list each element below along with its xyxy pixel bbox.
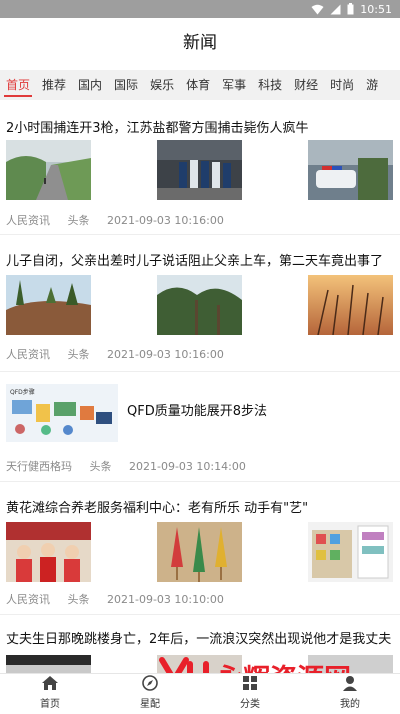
battery-icon	[347, 3, 354, 15]
news-source: 人民资讯	[6, 214, 50, 227]
news-source: 人民资讯	[6, 348, 50, 361]
news-thumbnail	[6, 140, 91, 200]
news-source: 人民资讯	[6, 593, 50, 606]
signal-icon	[330, 4, 341, 15]
news-meta: 人民资讯 头条 2021-09-03 10:10:00	[6, 591, 238, 607]
category-icon	[242, 675, 258, 695]
news-headline: 儿子自闭，父亲出差时儿子说话阻止父亲上车，第二天车竟出事了	[6, 254, 384, 269]
nav-label: 首页	[40, 699, 60, 710]
app-bar: 新闻	[0, 18, 400, 62]
home-icon	[41, 675, 59, 695]
wifi-icon	[311, 4, 324, 15]
user-icon	[342, 675, 358, 695]
tab-sports[interactable]: 体育	[180, 70, 216, 100]
news-thumbnail	[308, 140, 393, 200]
nav-home[interactable]: 首页	[0, 674, 100, 711]
category-tabs: 首页 推荐 国内 国际 娱乐 体育 军事 科技 财经 时尚 游	[0, 70, 400, 100]
nav-label: 星配	[140, 699, 160, 710]
news-thumbnail	[157, 522, 242, 582]
nav-label: 我的	[340, 699, 360, 710]
tab-finance[interactable]: 财经	[288, 70, 324, 100]
tab-home[interactable]: 首页	[0, 70, 36, 100]
status-time: 10:51	[360, 2, 392, 16]
news-source: 天行健西格玛	[6, 460, 72, 473]
thumb-caption: QFD步骤	[10, 388, 35, 396]
tab-games[interactable]: 游	[360, 70, 384, 100]
news-thumbnail	[308, 522, 393, 582]
tab-entertainment[interactable]: 娱乐	[144, 70, 180, 100]
tab-recommend[interactable]: 推荐	[36, 70, 72, 100]
news-tag: 头条	[67, 593, 90, 606]
tab-military[interactable]: 军事	[216, 70, 252, 100]
news-time: 2021-09-03 10:16:00	[107, 348, 224, 361]
tab-fashion[interactable]: 时尚	[324, 70, 360, 100]
news-time: 2021-09-03 10:14:00	[129, 460, 246, 473]
tab-technology[interactable]: 科技	[252, 70, 288, 100]
page-title: 新闻	[183, 32, 217, 53]
news-meta: 人民资讯 头条 2021-09-03 10:16:00	[6, 212, 238, 228]
news-tag: 头条	[67, 214, 90, 227]
news-thumbnail	[157, 655, 242, 674]
nav-category[interactable]: 分类	[200, 674, 300, 711]
news-thumbnail: QFD步骤	[6, 384, 118, 442]
news-headline: 黄花滩综合养老服务福利中心：老有所乐 动手有"艺"	[6, 501, 309, 516]
bottom-nav: 首页 星配 分类 我的	[0, 673, 400, 711]
status-bar: 10:51	[0, 0, 400, 18]
news-thumbnail	[157, 275, 242, 335]
news-tag: 头条	[67, 348, 90, 361]
news-headline: QFD质量功能展开8步法	[127, 404, 267, 419]
news-meta: 天行健西格玛 头条 2021-09-03 10:14:00	[6, 458, 260, 474]
news-thumbnail	[308, 655, 393, 674]
nav-discover[interactable]: 星配	[100, 674, 200, 711]
news-headline: 2小时围捕连开3枪，江苏盐都警方围捕击毙伤人疯牛	[6, 121, 309, 136]
compass-icon	[142, 675, 158, 695]
nav-profile[interactable]: 我的	[300, 674, 400, 711]
news-feed: 2小时围捕连开3枪，江苏盐都警方围捕击毙伤人疯牛 人民资讯 头条 2021-09…	[0, 108, 400, 674]
news-tag: 头条	[89, 460, 112, 473]
news-time: 2021-09-03 10:16:00	[107, 214, 224, 227]
news-thumbnail	[6, 275, 91, 335]
news-item[interactable]: 儿子自闭，父亲出差时儿子说话阻止父亲上车，第二天车竟出事了 人民资讯 头条 20…	[0, 235, 400, 372]
news-thumbnail	[308, 275, 393, 335]
news-item[interactable]: 丈夫生日那晚跳楼身亡，2年后，一流浪汉突然出现说他才是我丈夫	[0, 615, 400, 674]
news-item[interactable]: 黄花滩综合养老服务福利中心：老有所乐 动手有"艺" 人民资讯 头条 2021-0…	[0, 482, 400, 615]
news-item[interactable]: 2小时围捕连开3枪，江苏盐都警方围捕击毙伤人疯牛 人民资讯 头条 2021-09…	[0, 108, 400, 235]
news-thumbnail	[6, 655, 91, 674]
news-headline: 丈夫生日那晚跳楼身亡，2年后，一流浪汉突然出现说他才是我丈夫	[6, 632, 392, 647]
tab-domestic[interactable]: 国内	[72, 70, 108, 100]
nav-label: 分类	[240, 699, 260, 710]
news-time: 2021-09-03 10:10:00	[107, 593, 224, 606]
news-thumbnail	[157, 140, 242, 200]
news-meta: 人民资讯 头条 2021-09-03 10:16:00	[6, 346, 238, 362]
news-item[interactable]: QFD步骤 QFD质量功能展开8步法 天行健西格玛 头条 2021-09-03 …	[0, 372, 400, 482]
news-thumbnail	[6, 522, 91, 582]
tab-international[interactable]: 国际	[108, 70, 144, 100]
